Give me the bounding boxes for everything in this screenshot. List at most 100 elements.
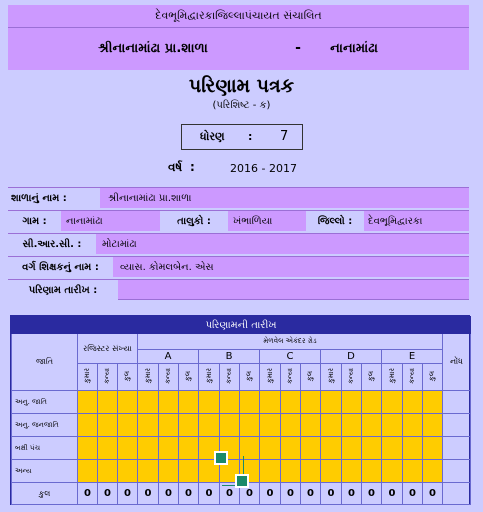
data-cell[interactable] [259,390,281,414]
data-cell[interactable] [117,459,138,483]
data-cell[interactable] [422,413,443,437]
data-cell[interactable] [97,390,118,414]
sub-header-label: કુમાર [143,368,152,384]
data-cell[interactable] [137,436,159,460]
school-label: શાળાનું નામ : [8,188,100,208]
selection-handle-start[interactable] [214,451,228,465]
data-cell[interactable] [219,390,240,414]
total-cell: 0 [178,482,199,505]
nondh-cell[interactable] [441,413,472,437]
sub-header-label: કુમાર [83,368,91,384]
sub-header-label: કુલ [123,370,131,382]
data-cell[interactable] [320,459,342,483]
data-cell[interactable] [178,436,199,460]
nondh-cell[interactable] [441,390,472,414]
header-divider [8,27,469,28]
data-cell[interactable] [341,436,362,460]
data-cell[interactable] [158,436,179,460]
data-cell[interactable] [77,390,98,414]
data-cell[interactable] [381,459,403,483]
data-cell[interactable] [117,436,138,460]
info-row-result-date: પરિણામ તારીખ : [8,279,469,300]
nondh-cell[interactable] [441,436,472,460]
data-cell[interactable] [117,413,138,437]
data-cell[interactable] [158,459,179,483]
data-cell[interactable] [402,459,423,483]
sub-header-label: કુલ [306,370,314,382]
sub-header-5-2: કુલ [422,363,443,391]
total-cell: 0 [97,482,118,505]
data-cell[interactable] [381,436,403,460]
data-cell[interactable] [422,390,443,414]
data-cell[interactable] [158,413,179,437]
data-cell[interactable] [259,459,281,483]
data-cell[interactable] [97,459,118,483]
data-cell[interactable] [178,413,199,437]
page-subtitle: (પરિશિષ્ટ - ક) [212,99,271,111]
data-cell[interactable] [300,436,321,460]
crc-value: મોટામાંઢા [102,238,137,250]
teacher-value: વ્યાસ. કોમલબેન. એસ [120,261,214,273]
total-label: કુલ [11,482,78,505]
data-cell[interactable] [259,436,281,460]
data-cell[interactable] [280,413,301,437]
data-cell[interactable] [300,459,321,483]
data-cell[interactable] [158,390,179,414]
data-cell[interactable] [341,459,362,483]
data-cell[interactable] [320,436,342,460]
year-label: વર્ષ [168,160,183,174]
data-cell[interactable] [280,390,301,414]
data-cell[interactable] [97,413,118,437]
selection-handle-end[interactable] [235,474,249,488]
data-cell[interactable] [341,390,362,414]
data-cell[interactable] [402,413,423,437]
data-cell[interactable] [259,413,281,437]
data-cell[interactable] [77,413,98,437]
data-cell[interactable] [239,390,260,414]
total-cell: 0 [158,482,179,505]
data-cell[interactable] [77,436,98,460]
data-cell[interactable] [137,390,159,414]
data-cell[interactable] [198,413,220,437]
data-cell[interactable] [381,390,403,414]
data-cell[interactable] [198,390,220,414]
data-cell[interactable] [422,459,443,483]
data-cell[interactable] [239,413,260,437]
data-cell[interactable] [137,459,159,483]
result-table-panel: પરિણામની તારીખ જાતિ રજિસ્ટર સંખ્યા મેળવે… [10,315,472,505]
data-cell[interactable] [422,436,443,460]
data-cell[interactable] [219,413,240,437]
total-cell: 0 [402,482,423,505]
sub-header-3-2: કુલ [300,363,321,391]
sub-header-2-1: કન્યા [219,363,240,391]
data-cell[interactable] [77,459,98,483]
data-cell[interactable] [300,390,321,414]
sub-header-label: કન્યા [286,368,294,384]
sub-header-label: કુલ [245,370,253,382]
header-panel: દેવભૂમિદ્વારકાજિલ્લાપંચાયત સંચાલિત શ્રીન… [8,5,469,70]
data-cell[interactable] [320,390,342,414]
data-cell[interactable] [381,413,403,437]
info-row-school: શાળાનું નામ : શ્રીનાનામાંઢા પ્રા.શાળા [8,187,469,208]
taluka-value: ખંભાળિયા [233,215,273,227]
data-cell[interactable] [361,390,382,414]
data-cell[interactable] [300,413,321,437]
data-cell[interactable] [280,459,301,483]
data-cell[interactable] [137,413,159,437]
data-cell[interactable] [361,413,382,437]
sub-header-3-0: કુમાર [259,363,281,391]
data-cell[interactable] [178,459,199,483]
data-cell[interactable] [361,459,382,483]
data-cell[interactable] [117,390,138,414]
data-cell[interactable] [97,436,118,460]
data-cell[interactable] [402,436,423,460]
sub-header-label: કુલ [428,370,436,382]
header-village: નાનામાંઢા [330,40,378,56]
data-cell[interactable] [361,436,382,460]
data-cell[interactable] [280,436,301,460]
data-cell[interactable] [320,413,342,437]
data-cell[interactable] [341,413,362,437]
data-cell[interactable] [178,390,199,414]
data-cell[interactable] [402,390,423,414]
nondh-cell[interactable] [441,459,472,483]
